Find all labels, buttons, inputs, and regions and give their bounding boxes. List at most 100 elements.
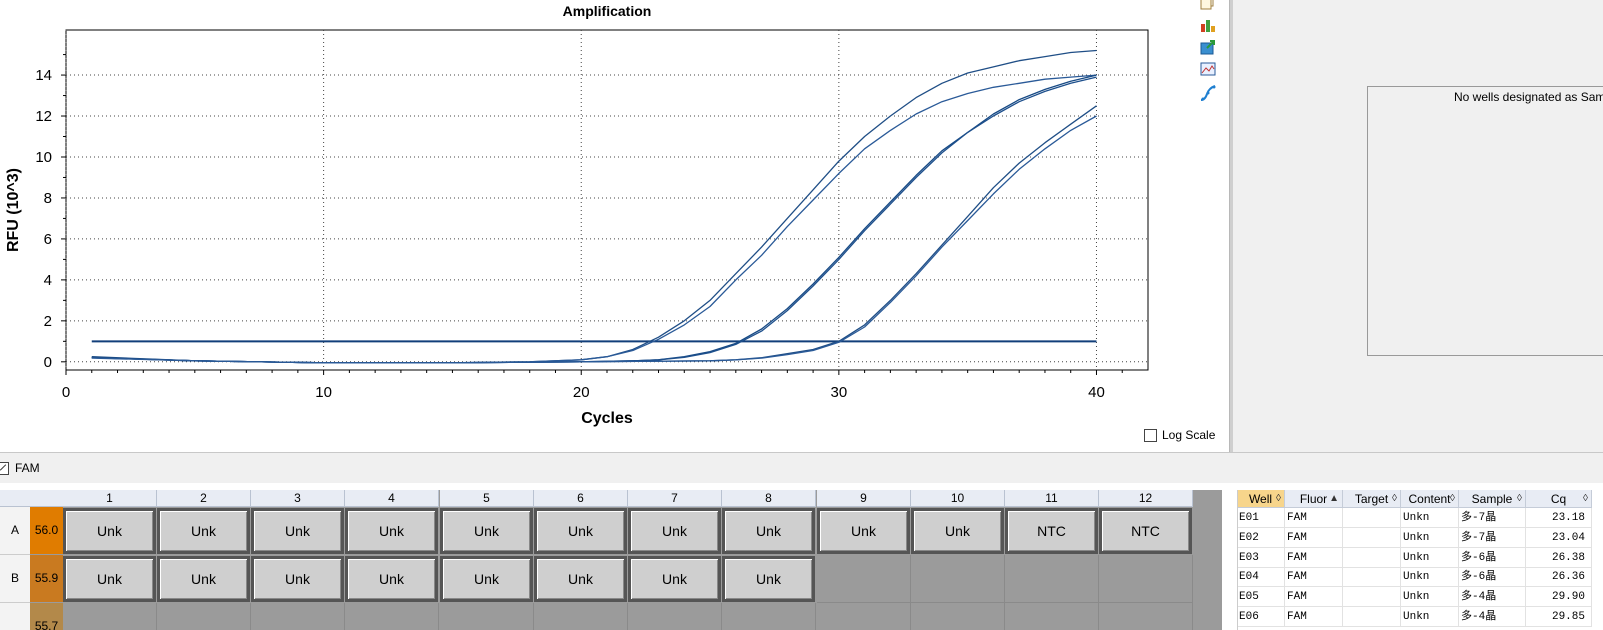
- table-cell[interactable]: [1343, 508, 1401, 528]
- plate-column-header[interactable]: 3: [251, 490, 345, 507]
- plate-empty-well[interactable]: [817, 603, 911, 630]
- plate-empty-well[interactable]: [345, 603, 439, 630]
- plate-column-header[interactable]: 9: [817, 490, 911, 507]
- table-cell[interactable]: FAM: [1285, 508, 1343, 528]
- plate-column-header[interactable]: 8: [722, 490, 816, 507]
- plate-well[interactable]: Unk: [63, 508, 156, 554]
- export-icon[interactable]: [1199, 38, 1217, 56]
- plate-column-header[interactable]: 4: [345, 490, 439, 507]
- table-cell[interactable]: 多-6晶: [1459, 547, 1526, 568]
- table-cell[interactable]: FAM: [1285, 547, 1343, 568]
- table-cell[interactable]: Unkn: [1401, 527, 1459, 548]
- log-scale-checkbox[interactable]: [1144, 428, 1157, 442]
- plate-empty-well[interactable]: [817, 555, 911, 603]
- table-header-target[interactable]: Target ◊: [1343, 490, 1401, 508]
- plate-empty-well[interactable]: [1099, 603, 1193, 630]
- table-cell[interactable]: [1343, 567, 1401, 588]
- table-cell[interactable]: Unkn: [1401, 567, 1459, 588]
- plate-empty-well[interactable]: [1005, 603, 1099, 630]
- table-header-cq[interactable]: Cq ◊: [1526, 490, 1592, 508]
- plate-empty-well[interactable]: [911, 555, 1005, 603]
- table-cell[interactable]: E04: [1238, 567, 1285, 588]
- plate-well[interactable]: Unk: [63, 556, 156, 602]
- plate-column-header[interactable]: 6: [534, 490, 628, 507]
- plate-well[interactable]: Unk: [440, 508, 533, 554]
- sort-icon[interactable]: ◊: [1450, 490, 1455, 508]
- table-cell[interactable]: 26.38: [1526, 547, 1592, 568]
- table-cell[interactable]: FAM: [1285, 567, 1343, 588]
- plate-empty-well[interactable]: [251, 603, 345, 630]
- curve-icon[interactable]: [1199, 84, 1217, 102]
- plate-empty-well[interactable]: [1099, 555, 1193, 603]
- table-cell[interactable]: FAM: [1285, 607, 1343, 627]
- plate-well[interactable]: Unk: [345, 508, 438, 554]
- log-scale-toggle[interactable]: Log Scale: [1144, 428, 1215, 442]
- table-cell[interactable]: 多-7晶: [1459, 527, 1526, 548]
- plate-well[interactable]: Unk: [251, 556, 344, 602]
- table-header-content[interactable]: Content ◊: [1401, 490, 1459, 508]
- table-cell[interactable]: E06: [1238, 607, 1285, 627]
- plate-well[interactable]: Unk: [534, 508, 627, 554]
- fam-checkbox[interactable]: [0, 461, 9, 475]
- table-cell[interactable]: FAM: [1285, 527, 1343, 548]
- plate-well[interactable]: Unk: [628, 508, 721, 554]
- plate-well[interactable]: Unk: [251, 508, 344, 554]
- table-cell[interactable]: 23.04: [1526, 527, 1592, 548]
- sort-icon[interactable]: ◊: [1392, 490, 1397, 508]
- table-cell[interactable]: Unkn: [1401, 587, 1459, 608]
- plate-well[interactable]: Unk: [157, 556, 250, 602]
- table-cell[interactable]: Unkn: [1401, 607, 1459, 627]
- table-cell[interactable]: 26.36: [1526, 567, 1592, 588]
- table-header-sample[interactable]: Sample ◊: [1459, 490, 1526, 508]
- plate-column-header[interactable]: 7: [628, 490, 722, 507]
- plate-empty-well[interactable]: [722, 603, 816, 630]
- table-cell[interactable]: 23.18: [1526, 508, 1592, 528]
- table-cell[interactable]: 29.85: [1526, 607, 1592, 627]
- sort-icon[interactable]: ◊: [1276, 490, 1281, 508]
- table-cell[interactable]: Unkn: [1401, 547, 1459, 568]
- table-cell[interactable]: [1343, 527, 1401, 548]
- plate-well[interactable]: Unk: [628, 556, 721, 602]
- table-cell[interactable]: 多-4晶: [1459, 587, 1526, 608]
- plate-well[interactable]: Unk: [534, 556, 627, 602]
- plate-well[interactable]: Unk: [722, 556, 815, 602]
- table-cell[interactable]: E05: [1238, 587, 1285, 608]
- table-cell[interactable]: FAM: [1285, 587, 1343, 608]
- plate-empty-well[interactable]: [628, 603, 722, 630]
- table-header-fluor[interactable]: Fluor ▲: [1285, 490, 1343, 508]
- table-cell[interactable]: 多-4晶: [1459, 607, 1526, 627]
- table-cell[interactable]: E01: [1238, 508, 1285, 528]
- plate-column-header[interactable]: 12: [1099, 490, 1193, 507]
- plate-well[interactable]: NTC: [1005, 508, 1098, 554]
- plate-column-header[interactable]: 5: [440, 490, 534, 507]
- copy-icon[interactable]: [1199, 0, 1217, 10]
- plate-empty-well[interactable]: [534, 603, 628, 630]
- sort-icon[interactable]: ▲: [1329, 490, 1339, 508]
- plate-well[interactable]: Unk: [911, 508, 1004, 554]
- table-cell[interactable]: E03: [1238, 547, 1285, 568]
- table-cell[interactable]: 29.90: [1526, 587, 1592, 608]
- plate-empty-well[interactable]: [63, 603, 157, 630]
- plate-column-header[interactable]: 1: [63, 490, 157, 507]
- plate-well[interactable]: Unk: [345, 556, 438, 602]
- table-cell[interactable]: [1343, 607, 1401, 627]
- plate-empty-well[interactable]: [157, 603, 251, 630]
- sort-icon[interactable]: ◊: [1517, 490, 1522, 508]
- plate-column-header[interactable]: 10: [911, 490, 1005, 507]
- chart-settings-icon[interactable]: [1199, 16, 1217, 34]
- table-cell[interactable]: E02: [1238, 527, 1285, 548]
- plate-empty-well[interactable]: [440, 603, 534, 630]
- plate-row-header[interactable]: A: [0, 507, 30, 555]
- plate-well[interactable]: Unk: [817, 508, 910, 554]
- plate-empty-well[interactable]: [1005, 555, 1099, 603]
- plate-row-header[interactable]: [0, 603, 30, 630]
- table-cell[interactable]: 多-6晶: [1459, 567, 1526, 588]
- fam-toggle[interactable]: FAM: [0, 461, 40, 475]
- table-cell[interactable]: [1343, 587, 1401, 608]
- plate-well[interactable]: Unk: [440, 556, 533, 602]
- plate-column-header[interactable]: 2: [157, 490, 251, 507]
- plate-well[interactable]: Unk: [157, 508, 250, 554]
- plate-empty-well[interactable]: [911, 603, 1005, 630]
- table-cell[interactable]: 多-7晶: [1459, 508, 1526, 528]
- table-header-well[interactable]: Well ◊: [1238, 490, 1285, 508]
